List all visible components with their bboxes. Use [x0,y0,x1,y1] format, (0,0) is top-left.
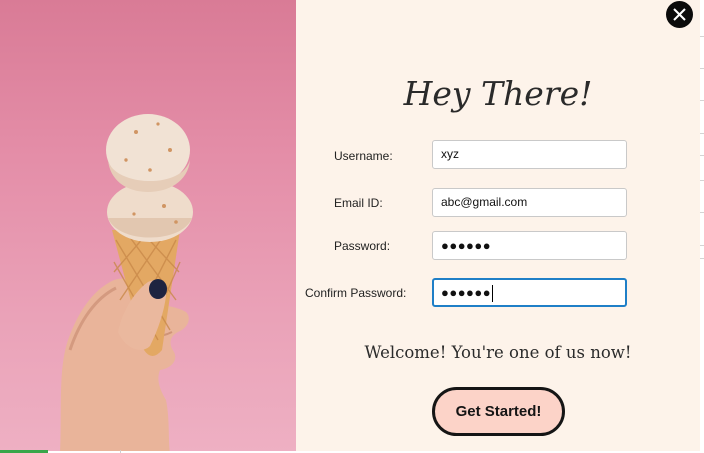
dialog-title: Hey There! [403,74,593,113]
password-field[interactable]: ●●●●●● [432,231,627,260]
edge-divider [700,212,704,213]
edge-divider [700,100,704,101]
password-value: ●●●●●● [441,238,492,253]
edge-divider [700,258,704,259]
get-started-label: Get Started! [455,403,542,420]
username-value: xyz [441,147,459,161]
close-icon [673,8,686,21]
ice-cream-photo [0,0,296,453]
edge-divider [700,133,704,134]
get-started-button[interactable]: Get Started! [432,387,565,436]
username-field[interactable]: xyz [432,140,627,169]
signup-panel [296,0,700,451]
edge-divider [700,180,704,181]
email-value: abc@gmail.com [441,195,528,209]
confirm-password-value: ●●●●●● [441,285,492,300]
welcome-message: Welcome! You're one of us now! [364,343,632,362]
close-button[interactable] [666,1,693,28]
confirm-password-label: Confirm Password: [305,286,407,300]
edge-divider [700,245,704,246]
email-field[interactable]: abc@gmail.com [432,188,627,217]
confirm-password-field[interactable]: ●●●●●● [432,278,627,307]
password-label: Password: [334,239,391,253]
edge-divider [700,68,704,69]
edge-divider [700,36,704,37]
text-caret [492,285,494,303]
username-label: Username: [334,149,393,163]
edge-divider [700,155,704,156]
email-label: Email ID: [334,196,383,210]
